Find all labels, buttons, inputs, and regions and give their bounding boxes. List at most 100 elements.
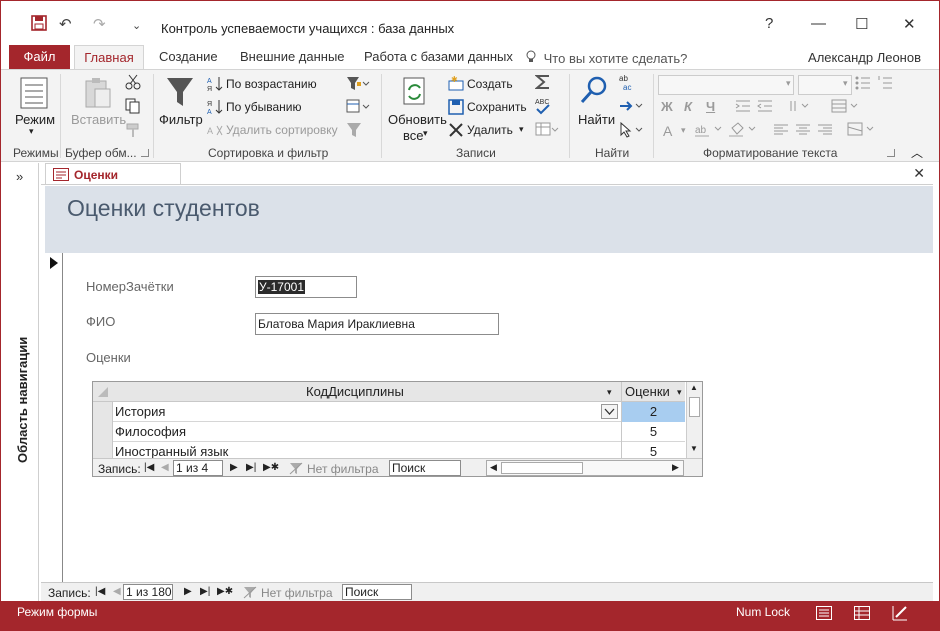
- last-record-icon[interactable]: ▶|: [246, 462, 256, 473]
- subform-search-box[interactable]: Поиск: [389, 460, 461, 476]
- row-selector[interactable]: [93, 402, 113, 422]
- record-selector[interactable]: [45, 253, 63, 583]
- align-right-icon[interactable]: [817, 123, 833, 140]
- table-row[interactable]: История 2: [93, 402, 685, 422]
- design-view-icon[interactable]: [892, 605, 908, 624]
- spelling-icon[interactable]: ABC: [535, 97, 551, 118]
- h-scroll-thumb[interactable]: [501, 462, 583, 474]
- subject-cell[interactable]: Иностранный язык: [115, 444, 228, 459]
- previous-record-icon[interactable]: ◀: [161, 462, 169, 473]
- grade-cell[interactable]: 5: [621, 422, 685, 442]
- tab-database-tools[interactable]: Работа с базами данных: [364, 45, 513, 69]
- numbering-icon[interactable]: [877, 76, 893, 93]
- bullets-icon[interactable]: [855, 76, 871, 93]
- redo-icon[interactable]: ↷: [93, 15, 106, 33]
- tab-external-data[interactable]: Внешние данные: [240, 45, 345, 69]
- main-first-record-icon[interactable]: |◀: [95, 586, 105, 597]
- new-record-button[interactable]: Создать: [467, 77, 513, 91]
- record-number-field[interactable]: У-17001: [255, 276, 357, 298]
- select-icon[interactable]: [619, 121, 643, 141]
- scroll-thumb[interactable]: [689, 397, 700, 417]
- text-formatting-launcher-icon[interactable]: [887, 149, 895, 157]
- next-record-icon[interactable]: ▶: [230, 462, 238, 473]
- paste-icon[interactable]: [83, 76, 113, 113]
- subform-vertical-scrollbar[interactable]: ▲ ▼: [686, 382, 702, 458]
- fill-color-icon[interactable]: [729, 122, 757, 141]
- grade-cell[interactable]: 2: [621, 402, 685, 422]
- tab-file[interactable]: Файл: [9, 45, 70, 69]
- font-size-dropdown-icon[interactable]: ▾: [843, 78, 848, 89]
- find-button[interactable]: Найти: [578, 112, 615, 127]
- italic-button[interactable]: К: [684, 99, 692, 114]
- font-name-select[interactable]: [658, 75, 794, 95]
- cut-icon[interactable]: [125, 74, 141, 93]
- replace-icon[interactable]: ab ac: [619, 74, 635, 95]
- font-color-dropdown-icon[interactable]: ▾: [681, 125, 686, 136]
- refresh-all-button[interactable]: Обновить: [388, 112, 447, 127]
- combo-dropdown-icon[interactable]: [601, 404, 618, 422]
- tab-home[interactable]: Главная: [74, 45, 144, 69]
- toggle-filter-icon[interactable]: [346, 122, 362, 141]
- font-color-button[interactable]: A: [663, 123, 672, 139]
- decrease-indent-icon[interactable]: [757, 99, 773, 116]
- customize-toolbar-icon[interactable]: ⌄: [132, 19, 141, 32]
- column-subject-dropdown-icon[interactable]: ▾: [607, 387, 612, 398]
- document-tab[interactable]: Оценки студентов: [45, 163, 181, 196]
- close-document-icon[interactable]: ✕: [913, 165, 925, 182]
- scroll-right-icon[interactable]: ▶: [672, 462, 679, 473]
- user-name[interactable]: Александр Леонов: [808, 50, 921, 65]
- first-record-icon[interactable]: |◀: [144, 462, 154, 473]
- subform-filter-status[interactable]: Нет фильтра: [307, 462, 379, 476]
- font-name-dropdown-icon[interactable]: ▾: [786, 78, 791, 89]
- filter-button[interactable]: Фильтр: [159, 112, 203, 127]
- save-icon[interactable]: [31, 15, 47, 35]
- main-last-record-icon[interactable]: ▶|: [200, 586, 210, 597]
- refresh-all-button-line2[interactable]: все: [403, 128, 424, 143]
- increase-indent-icon[interactable]: [735, 99, 751, 116]
- copy-icon[interactable]: [125, 98, 141, 117]
- close-button[interactable]: ✕: [903, 15, 916, 33]
- collapse-ribbon-icon[interactable]: ︿: [911, 144, 923, 161]
- navigation-pane[interactable]: » Область навигации: [9, 163, 39, 601]
- selection-filter-icon[interactable]: [346, 76, 370, 95]
- delete-record-button[interactable]: Удалить: [467, 123, 513, 137]
- underline-button[interactable]: Ч: [706, 99, 715, 114]
- go-to-icon[interactable]: [619, 99, 643, 116]
- view-mode-button[interactable]: Режим: [15, 112, 55, 127]
- alternate-row-color-icon[interactable]: [847, 122, 875, 141]
- maximize-button[interactable]: ☐: [855, 15, 868, 33]
- tell-me-box[interactable]: Что вы хотите сделать?: [526, 50, 687, 66]
- new-record-nav-icon[interactable]: ▶✱: [263, 462, 279, 473]
- scroll-up-icon[interactable]: ▲: [690, 383, 698, 392]
- main-new-record-icon[interactable]: ▶✱: [217, 586, 233, 597]
- help-button[interactable]: ?: [765, 15, 773, 32]
- form-view-icon[interactable]: [816, 606, 832, 623]
- filter-icon[interactable]: [165, 76, 195, 111]
- paste-button[interactable]: Вставить: [71, 112, 126, 127]
- datasheet-view-icon[interactable]: [854, 606, 870, 623]
- tab-create[interactable]: Создание: [159, 45, 218, 69]
- format-painter-icon[interactable]: [125, 122, 141, 141]
- bold-button[interactable]: Ж: [661, 99, 673, 114]
- subject-cell[interactable]: История: [115, 404, 165, 419]
- main-search-box[interactable]: Поиск: [342, 584, 412, 600]
- subform-horizontal-scrollbar[interactable]: ◀ ▶: [486, 460, 684, 476]
- scroll-down-icon[interactable]: ▼: [690, 444, 698, 453]
- subject-cell[interactable]: Философия: [115, 424, 186, 439]
- main-next-record-icon[interactable]: ▶: [184, 586, 192, 597]
- find-icon[interactable]: [579, 75, 609, 110]
- highlight-icon[interactable]: ab: [695, 122, 723, 141]
- column-header-subject[interactable]: КодДисциплины: [306, 384, 404, 399]
- table-row[interactable]: Философия 5: [93, 422, 685, 442]
- column-header-grade[interactable]: Оценки: [625, 384, 670, 399]
- main-previous-record-icon[interactable]: ◀: [113, 586, 121, 597]
- align-left-icon[interactable]: [773, 123, 789, 140]
- clipboard-launcher-icon[interactable]: [141, 149, 149, 157]
- main-record-position[interactable]: 1 из 180: [123, 584, 173, 600]
- undo-icon[interactable]: ↶: [59, 15, 72, 33]
- gridlines-icon[interactable]: [831, 99, 859, 116]
- column-grade-dropdown-icon[interactable]: ▾: [677, 387, 682, 398]
- save-record-button[interactable]: Сохранить: [467, 100, 527, 114]
- remove-sort-button[interactable]: Удалить сортировку: [226, 123, 338, 137]
- minimize-button[interactable]: —: [811, 15, 826, 32]
